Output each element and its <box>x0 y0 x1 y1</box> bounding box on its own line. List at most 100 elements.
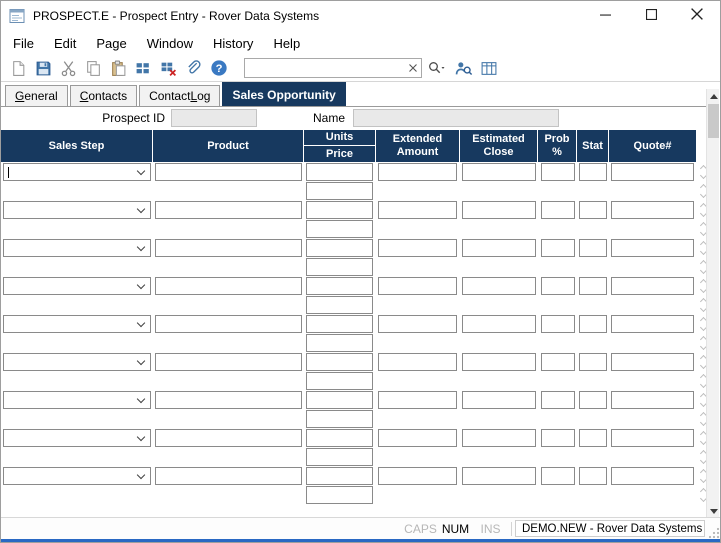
prob-percent-input[interactable] <box>541 239 575 257</box>
sales-step-combo[interactable] <box>3 391 151 409</box>
sales-step-combo[interactable] <box>3 429 151 447</box>
clear-search-button[interactable] <box>405 60 421 76</box>
estimated-close-input[interactable] <box>462 277 536 295</box>
prob-percent-input[interactable] <box>541 163 575 181</box>
table-view-icon[interactable] <box>477 58 500 79</box>
product-input[interactable] <box>155 201 302 219</box>
prob-percent-input[interactable] <box>541 391 575 409</box>
stat-input[interactable] <box>579 239 607 257</box>
sales-step-combo[interactable] <box>3 467 151 485</box>
scroll-up-button[interactable] <box>707 89 720 103</box>
sales-step-combo[interactable] <box>3 353 151 371</box>
estimated-close-input[interactable] <box>462 163 536 181</box>
copy-icon[interactable] <box>82 58 105 79</box>
title-bar[interactable]: PROSPECT.E - Prospect Entry - Rover Data… <box>1 1 720 31</box>
stat-input[interactable] <box>579 277 607 295</box>
prob-percent-input[interactable] <box>541 315 575 333</box>
scroll-down-button[interactable] <box>707 504 720 518</box>
estimated-close-input[interactable] <box>462 353 536 371</box>
product-input[interactable] <box>155 239 302 257</box>
menu-item-file[interactable]: File <box>3 33 44 54</box>
estimated-close-input[interactable] <box>462 467 536 485</box>
price-input[interactable] <box>306 220 373 238</box>
quote-input[interactable] <box>611 391 694 409</box>
price-input[interactable] <box>306 486 373 504</box>
product-input[interactable] <box>155 163 302 181</box>
menu-item-edit[interactable]: Edit <box>44 33 86 54</box>
price-input[interactable] <box>306 372 373 390</box>
extended-amount-input[interactable] <box>378 391 457 409</box>
estimated-close-input[interactable] <box>462 391 536 409</box>
prob-percent-input[interactable] <box>541 353 575 371</box>
maximize-button[interactable] <box>628 1 674 31</box>
stat-input[interactable] <box>579 467 607 485</box>
scrollbar-thumb[interactable] <box>708 104 719 138</box>
quote-input[interactable] <box>611 467 694 485</box>
product-input[interactable] <box>155 277 302 295</box>
person-search-icon[interactable] <box>452 58 475 79</box>
estimated-close-input[interactable] <box>462 429 536 447</box>
sales-step-combo[interactable] <box>3 201 151 219</box>
close-button[interactable] <box>674 1 720 31</box>
stat-input[interactable] <box>579 391 607 409</box>
price-input[interactable] <box>306 258 373 276</box>
prob-percent-input[interactable] <box>541 277 575 295</box>
quote-input[interactable] <box>611 239 694 257</box>
tab-contact-log[interactable]: Contact Log <box>139 85 220 106</box>
extended-amount-input[interactable] <box>378 353 457 371</box>
new-document-icon[interactable] <box>7 58 30 79</box>
minimize-button[interactable] <box>582 1 628 31</box>
price-input[interactable] <box>306 410 373 428</box>
menu-item-history[interactable]: History <box>203 33 263 54</box>
menu-item-window[interactable]: Window <box>137 33 203 54</box>
price-input[interactable] <box>306 296 373 314</box>
extended-amount-input[interactable] <box>378 429 457 447</box>
units-input[interactable] <box>306 467 373 485</box>
extended-amount-input[interactable] <box>378 239 457 257</box>
help-icon[interactable]: ? <box>207 58 230 79</box>
quote-input[interactable] <box>611 353 694 371</box>
quote-input[interactable] <box>611 315 694 333</box>
extended-amount-input[interactable] <box>378 201 457 219</box>
stat-input[interactable] <box>579 353 607 371</box>
prob-percent-input[interactable] <box>541 467 575 485</box>
units-input[interactable] <box>306 315 373 333</box>
estimated-close-input[interactable] <box>462 201 536 219</box>
units-input[interactable] <box>306 277 373 295</box>
prob-percent-input[interactable] <box>541 201 575 219</box>
stat-input[interactable] <box>579 163 607 181</box>
units-input[interactable] <box>306 391 373 409</box>
price-input[interactable] <box>306 334 373 352</box>
tab-sales-opportunity[interactable]: Sales Opportunity <box>222 82 345 106</box>
product-input[interactable] <box>155 315 302 333</box>
grid-lines-icon[interactable] <box>132 58 155 79</box>
paste-icon[interactable] <box>107 58 130 79</box>
quote-input[interactable] <box>611 429 694 447</box>
save-icon[interactable] <box>32 58 55 79</box>
units-input[interactable] <box>306 429 373 447</box>
sales-step-combo[interactable] <box>3 315 151 333</box>
tab-contacts[interactable]: Contacts <box>70 85 137 106</box>
sales-step-combo[interactable] <box>3 163 151 181</box>
prob-percent-input[interactable] <box>541 429 575 447</box>
menu-item-help[interactable]: Help <box>263 33 310 54</box>
stat-input[interactable] <box>579 315 607 333</box>
product-input[interactable] <box>155 391 302 409</box>
cut-icon[interactable] <box>57 58 80 79</box>
extended-amount-input[interactable] <box>378 163 457 181</box>
product-input[interactable] <box>155 467 302 485</box>
extended-amount-input[interactable] <box>378 315 457 333</box>
price-input[interactable] <box>306 182 373 200</box>
extended-amount-input[interactable] <box>378 277 457 295</box>
menu-item-page[interactable]: Page <box>86 33 136 54</box>
tab-general[interactable]: General <box>5 85 68 106</box>
quote-input[interactable] <box>611 201 694 219</box>
vertical-scrollbar[interactable] <box>706 89 719 518</box>
extended-amount-input[interactable] <box>378 467 457 485</box>
units-input[interactable] <box>306 353 373 371</box>
resize-grip[interactable] <box>705 518 720 539</box>
stat-input[interactable] <box>579 201 607 219</box>
quote-input[interactable] <box>611 163 694 181</box>
price-input[interactable] <box>306 448 373 466</box>
attachment-icon[interactable] <box>182 58 205 79</box>
